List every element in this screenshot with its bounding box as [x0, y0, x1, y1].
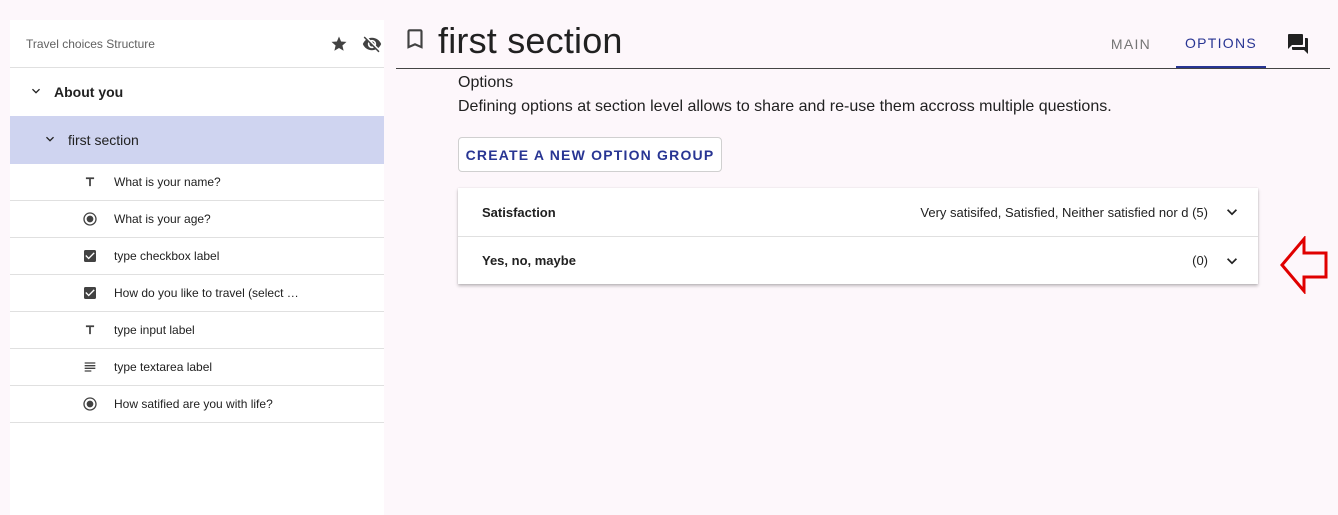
- checkbox-icon: [82, 248, 98, 264]
- chevron-down-icon[interactable]: [28, 83, 44, 102]
- radio-icon: [82, 396, 98, 412]
- question-label: type checkbox label: [114, 249, 220, 263]
- page-title: first section: [438, 20, 623, 61]
- option-group-summary: Very satisifed, Satisfied, Neither satis…: [920, 204, 1208, 220]
- sidebar-header: Travel choices Structure: [10, 20, 384, 68]
- radio-icon: [82, 211, 98, 227]
- question-label: How satified are you with life?: [114, 397, 273, 411]
- checkbox-icon: [82, 285, 98, 301]
- chevron-down-icon[interactable]: [1222, 202, 1242, 222]
- option-group-summary: (0): [1192, 253, 1208, 268]
- tree-group-about-you[interactable]: About you: [10, 68, 384, 116]
- comments-icon[interactable]: [1286, 32, 1310, 56]
- options-heading: Options: [458, 74, 514, 91]
- option-group-panel-satisfaction[interactable]: Satisfaction Very satisifed, Satisfied, …: [458, 188, 1258, 236]
- question-item[interactable]: What is your name?: [10, 164, 384, 201]
- section-header: first section MAIN OPTIONS: [396, 20, 1330, 69]
- textarea-icon: [82, 359, 98, 375]
- question-label: type textarea label: [114, 360, 213, 374]
- chevron-down-icon[interactable]: [42, 131, 58, 150]
- bookmark-icon: [402, 24, 428, 59]
- star-icon[interactable]: [330, 35, 348, 53]
- annotation-arrow-icon: [1280, 234, 1328, 299]
- option-group-panel-yes-no-maybe[interactable]: Yes, no, maybe (0): [458, 236, 1258, 284]
- tab-main[interactable]: MAIN: [1096, 20, 1166, 68]
- text-type-icon: [82, 174, 98, 190]
- option-group-list: Satisfaction Very satisifed, Satisfied, …: [458, 188, 1258, 284]
- sidebar-header-actions: [330, 34, 382, 54]
- question-item[interactable]: What is your age?: [10, 201, 384, 238]
- text-type-icon: [82, 322, 98, 338]
- options-description: Defining options at section level allows…: [458, 98, 1112, 115]
- structure-sidebar: Travel choices Structure About you first…: [10, 20, 384, 515]
- sidebar-title: Travel choices Structure: [26, 36, 155, 51]
- tree-group-label: About you: [54, 84, 124, 100]
- question-label: What is your age?: [114, 212, 211, 226]
- question-item[interactable]: type textarea label: [10, 349, 384, 386]
- question-item[interactable]: How do you like to travel (select …: [10, 275, 384, 312]
- question-label: What is your name?: [114, 175, 221, 189]
- question-item[interactable]: How satified are you with life?: [10, 386, 384, 423]
- option-group-name: Satisfaction: [482, 204, 556, 220]
- question-label: How do you like to travel (select …: [114, 286, 299, 300]
- tab-options[interactable]: OPTIONS: [1176, 20, 1266, 68]
- question-item[interactable]: type checkbox label: [10, 238, 384, 275]
- tree-section-first-section[interactable]: first section: [10, 116, 384, 164]
- chevron-down-icon[interactable]: [1222, 251, 1242, 271]
- page-title-wrap: first section: [402, 20, 623, 62]
- question-label: type input label: [114, 323, 195, 337]
- create-option-group-button[interactable]: CREATE A NEW OPTION GROUP: [458, 137, 722, 172]
- question-item[interactable]: type input label: [10, 312, 384, 349]
- tree-section-label: first section: [68, 132, 139, 148]
- option-group-name: Yes, no, maybe: [482, 253, 576, 268]
- visibility-off-icon[interactable]: [362, 34, 382, 54]
